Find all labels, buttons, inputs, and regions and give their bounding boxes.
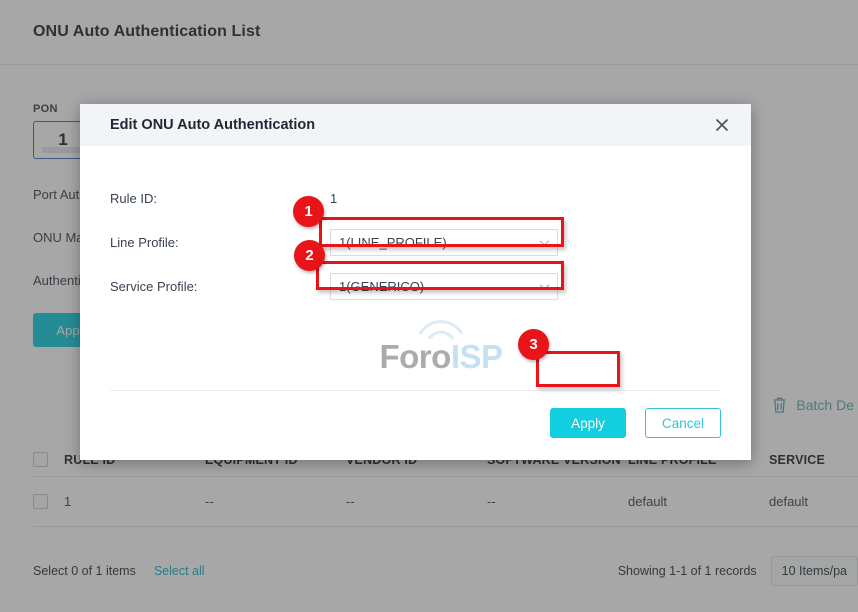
watermark-foro: Foro xyxy=(379,338,451,375)
row-line-profile: Line Profile: 1(LINE_PROFILE) xyxy=(110,220,721,264)
modal-body: ForoISP Rule ID: 1 Line Profile: 1(LINE_… xyxy=(80,146,751,376)
row-rule-id: Rule ID: 1 xyxy=(110,176,721,220)
modal-header: Edit ONU Auto Authentication xyxy=(80,104,751,146)
apply-button[interactable]: Apply xyxy=(550,408,626,438)
service-profile-label: Service Profile: xyxy=(110,278,198,294)
chevron-down-icon xyxy=(539,235,550,250)
edit-onu-auto-authentication-dialog: Edit ONU Auto Authentication ForoISP Rul… xyxy=(80,104,751,460)
service-profile-select[interactable]: 1(GENERICO) xyxy=(330,272,558,300)
service-profile-selected-value: 1(GENERICO) xyxy=(339,278,425,294)
line-profile-selected-value: 1(LINE_PROFILE) xyxy=(339,234,447,250)
cancel-button[interactable]: Cancel xyxy=(645,408,721,438)
wifi-arc-icon xyxy=(348,314,534,340)
modal-footer: Apply Cancel xyxy=(80,391,751,460)
close-icon[interactable] xyxy=(711,114,733,136)
annotation-badge-3: 3 xyxy=(518,329,549,360)
annotation-badge-1: 1 xyxy=(293,196,324,227)
line-profile-select[interactable]: 1(LINE_PROFILE) xyxy=(330,228,558,256)
row-service-profile: Service Profile: 1(GENERICO) xyxy=(110,264,721,308)
watermark-isp: ISP xyxy=(450,338,503,375)
modal-title: Edit ONU Auto Authentication xyxy=(110,117,316,133)
chevron-down-icon xyxy=(539,279,550,294)
annotation-badge-2: 2 xyxy=(294,240,325,271)
foroisp-watermark: ForoISP xyxy=(348,314,534,373)
rule-id-value: 1 xyxy=(330,190,338,206)
